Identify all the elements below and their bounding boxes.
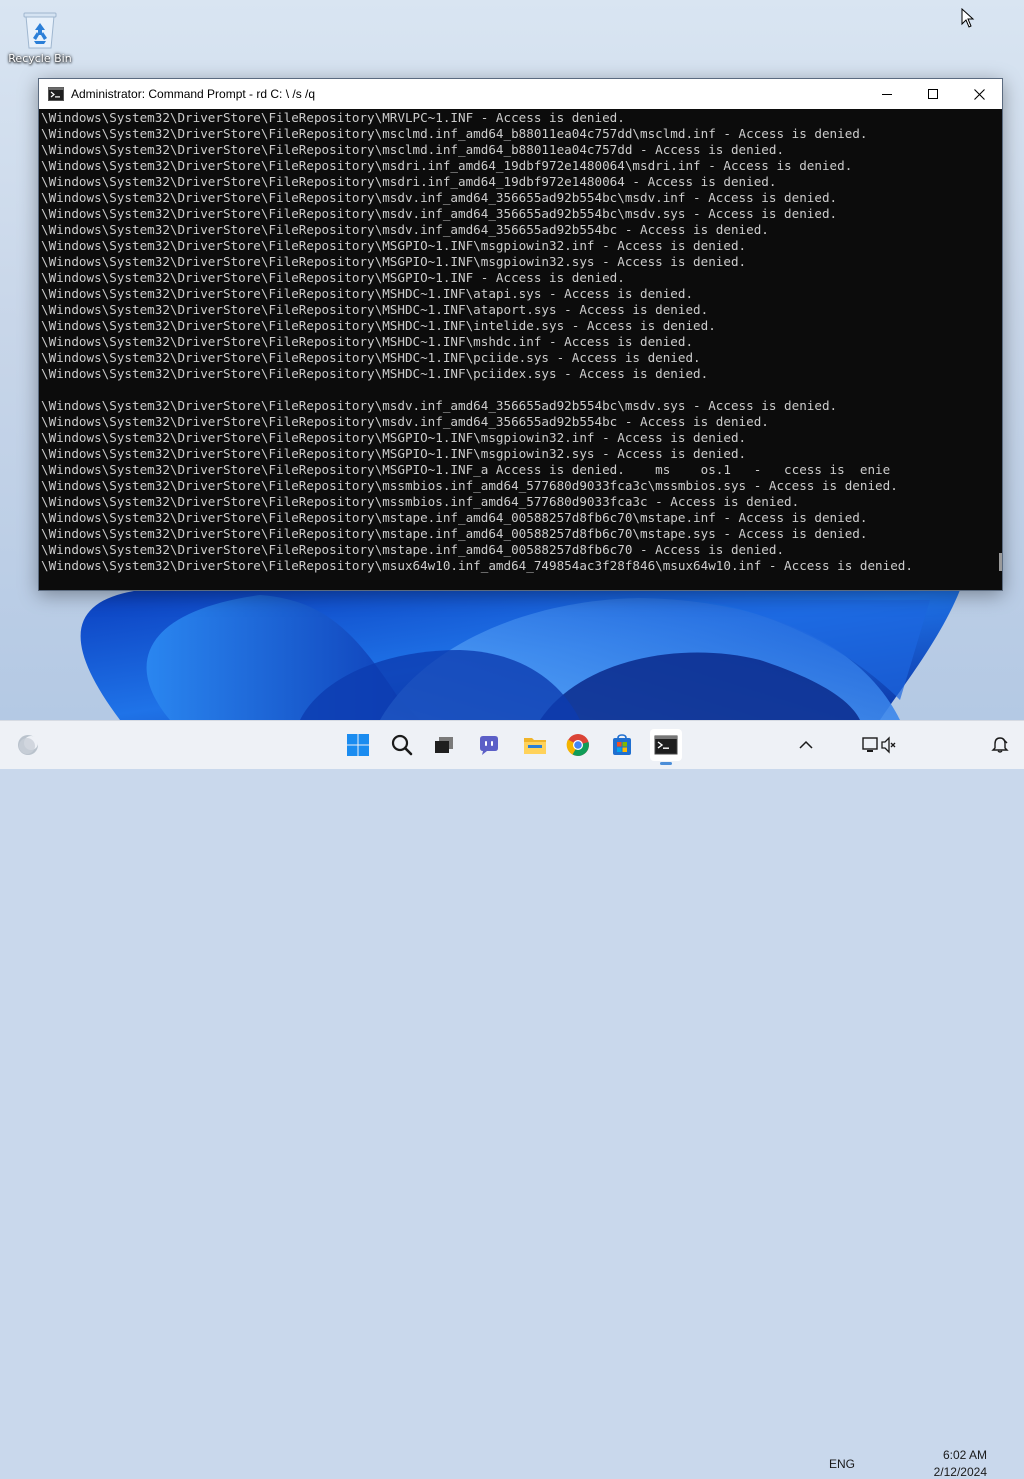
console-line: \Windows\System32\DriverStore\FileReposi… [41,446,747,461]
console-line: \Windows\System32\DriverStore\FileReposi… [41,478,898,493]
tray-clock-date[interactable]: 2/12/2024 [921,1465,987,1479]
console-line: \Windows\System32\DriverStore\FileReposi… [41,142,785,157]
console-line: \Windows\System32\DriverStore\FileReposi… [41,414,769,429]
tray-overflow-button[interactable] [790,729,822,761]
notification-icon [991,737,1009,753]
minimize-button[interactable] [864,79,910,109]
command-prompt-window[interactable]: Administrator: Command Prompt - rd C: \ … [38,78,1003,591]
console-line: \Windows\System32\DriverStore\FileReposi… [41,350,701,365]
console-line: \Windows\System32\DriverStore\FileReposi… [41,126,868,141]
console-scrollbar[interactable] [999,553,1002,571]
maximize-icon [928,89,938,99]
console-line: \Windows\System32\DriverStore\FileReposi… [41,462,891,477]
language-indicator[interactable]: ENG [829,1457,855,1471]
console-output[interactable]: \Windows\System32\DriverStore\FileReposi… [39,109,1002,590]
taskbar-chat-button[interactable] [473,729,505,761]
taskbar-command-prompt-button[interactable] [650,729,682,765]
close-button[interactable] [956,79,1002,109]
console-line: \Windows\System32\DriverStore\FileReposi… [41,526,868,541]
desktop-icon-recycle-bin[interactable]: Recycle Bin [4,6,76,76]
taskbar: ENG 6:02 AM 2/12/2024 [0,720,1024,1479]
chat-icon [480,736,498,755]
console-line: \Windows\System32\DriverStore\FileReposi… [41,318,716,333]
taskbar-start-button[interactable] [342,729,374,761]
command-prompt-icon [48,87,64,101]
console-line: \Windows\System32\DriverStore\FileReposi… [41,430,747,445]
console-line: \Windows\System32\DriverStore\FileReposi… [41,494,800,509]
console-line: \Windows\System32\DriverStore\FileReposi… [41,286,694,301]
notification-center-button[interactable] [984,729,1016,761]
console-line: \Windows\System32\DriverStore\FileReposi… [41,110,625,125]
weather-widget-icon [18,735,38,755]
console-line: \Windows\System32\DriverStore\FileReposi… [41,254,747,269]
command-prompt-icon [654,735,678,755]
window-titlebar[interactable]: Administrator: Command Prompt - rd C: \ … [39,79,1002,109]
search-icon [391,734,413,756]
network-icon [862,736,896,754]
console-line: \Windows\System32\DriverStore\FileReposi… [41,222,769,237]
store-icon [613,734,631,755]
folder-icon [524,738,546,754]
console-line: \Windows\System32\DriverStore\FileReposi… [41,510,868,525]
console-line: \Windows\System32\DriverStore\FileReposi… [41,158,853,173]
console-line: \Windows\System32\DriverStore\FileReposi… [41,174,777,189]
taskbar-file-explorer-button[interactable] [519,729,551,761]
chevron-up-icon [799,740,813,749]
mouse-pointer-icon [961,8,975,28]
console-line: \Windows\System32\DriverStore\FileReposi… [41,302,709,317]
console-line: \Windows\System32\DriverStore\FileReposi… [41,270,625,285]
taskbar-store-button[interactable] [606,729,638,761]
recycle-bin-icon [20,8,60,50]
window-caption-buttons [864,79,1002,109]
desktop-icon-label: Recycle Bin [8,52,72,65]
chrome-icon [566,734,589,756]
console-line: \Windows\System32\DriverStore\FileReposi… [41,334,694,349]
console-text: \Windows\System32\DriverStore\FileReposi… [39,109,1002,574]
console-line: \Windows\System32\DriverStore\FileReposi… [41,542,785,557]
widgets-button[interactable] [12,729,44,761]
tray-clock-time[interactable]: 6:02 AM [927,1448,987,1462]
console-line: \Windows\System32\DriverStore\FileReposi… [41,366,709,381]
taskbar-task-view-button[interactable] [428,729,460,761]
window-title: Administrator: Command Prompt - rd C: \ … [71,87,316,101]
taskbar-chrome-button[interactable] [562,729,594,761]
console-line: \Windows\System32\DriverStore\FileReposi… [41,190,838,205]
console-line: \Windows\System32\DriverStore\FileReposi… [41,206,838,221]
close-icon [973,88,985,100]
console-line: \Windows\System32\DriverStore\FileReposi… [41,398,838,413]
minimize-icon [882,94,892,95]
taskbar-search-button[interactable] [386,729,418,761]
windows-start-icon [347,734,369,756]
tray-network-volume-button[interactable] [862,729,896,761]
console-line: \Windows\System32\DriverStore\FileReposi… [41,558,913,573]
console-line: \Windows\System32\DriverStore\FileReposi… [41,238,747,253]
task-view-icon [435,737,453,753]
maximize-button[interactable] [910,79,956,109]
